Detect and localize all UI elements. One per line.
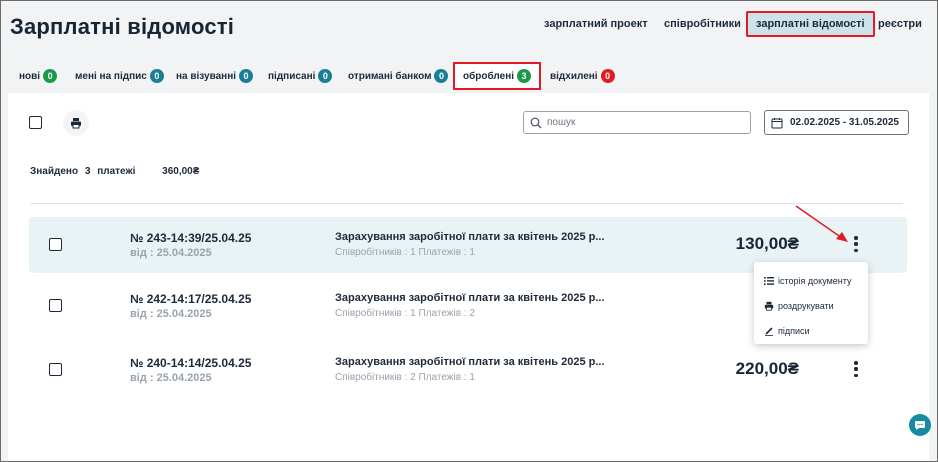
row-actions-menu: історія документу роздрукувати підписи — [754, 262, 868, 344]
search-icon — [530, 117, 542, 128]
annotation-arrow — [795, 205, 848, 242]
tab-to-sign[interactable]: мені на підпис 0 — [75, 62, 164, 90]
tab-signed[interactable]: підписані 0 — [268, 62, 333, 90]
document-date: від : 25.04.2025 — [130, 308, 212, 320]
calendar-icon — [771, 117, 783, 128]
menu-item-signatures[interactable]: підписи — [754, 318, 868, 343]
nav-salary-statements[interactable]: зарплатні відомості — [746, 11, 875, 37]
document-description: Зарахування заробітної плати за квітень … — [335, 292, 605, 304]
document-amount: 220,00₴ — [735, 359, 799, 378]
select-all-checkbox[interactable] — [29, 116, 42, 129]
count-badge: 0 — [239, 69, 254, 83]
document-number: № 243-14:39/25.04.25 — [130, 231, 252, 245]
table-row[interactable]: № 240-14:14/25.04.25 від : 25.04.2025 За… — [29, 342, 907, 398]
kebab-dot — [854, 361, 858, 365]
kebab-dot — [854, 242, 858, 246]
tab-label: відхилені — [550, 70, 598, 82]
nav-registries[interactable]: реєстри — [878, 11, 922, 37]
count-badge: 0 — [318, 69, 333, 83]
pen-icon — [765, 326, 773, 336]
tab-label: мені на підпис — [75, 70, 147, 82]
date-range-value: 02.02.2025 - 31.05.2025 — [790, 117, 899, 128]
document-meta: Співробітників : 1 Платежів : 2 — [335, 308, 475, 319]
document-meta: Співробітників : 1 Платежів : 1 — [335, 247, 475, 258]
count-badge: 0 — [600, 69, 615, 83]
count-badge: 0 — [434, 69, 449, 83]
tab-label: на візуванні — [176, 70, 237, 82]
status-tabs: нові 0 мені на підпис 0 на візуванні 0 п… — [0, 62, 938, 90]
list-icon — [764, 276, 774, 285]
top-navigation: зарплатний проект співробітники зарплатн… — [0, 11, 938, 37]
menu-item-label: роздрукувати — [778, 300, 834, 311]
found-count: 3 — [84, 166, 91, 177]
found-label: Знайдено — [30, 166, 79, 177]
tab-label: підписані — [268, 70, 316, 82]
nav-employees[interactable]: співробітники — [664, 11, 741, 37]
count-badge: 3 — [517, 69, 532, 83]
nav-salary-project[interactable]: зарплатний проект — [544, 11, 648, 37]
menu-item-print[interactable]: роздрукувати — [754, 293, 868, 318]
chat-icon — [915, 421, 925, 430]
printer-icon — [764, 301, 774, 311]
tab-label: отримані банком — [348, 70, 432, 82]
search-summary: Знайдено 3 платежі 360,00₴ — [30, 166, 203, 177]
tab-processed[interactable]: оброблені 3 — [453, 62, 542, 90]
menu-item-label: підписи — [778, 325, 810, 336]
document-date: від : 25.04.2025 — [130, 372, 212, 384]
tab-new[interactable]: нові 0 — [19, 62, 58, 90]
tab-label: нові — [19, 70, 41, 82]
tab-in-approval[interactable]: на візуванні 0 — [176, 62, 254, 90]
date-range-picker[interactable]: 02.02.2025 - 31.05.2025 — [764, 110, 909, 135]
document-number: № 240-14:14/25.04.25 — [130, 356, 252, 370]
row-checkbox[interactable] — [49, 238, 62, 251]
search-input[interactable] — [547, 117, 737, 128]
divider — [30, 203, 903, 204]
print-button[interactable] — [63, 110, 89, 136]
document-meta: Співробітників : 2 Платежів : 1 — [335, 372, 475, 383]
row-checkbox[interactable] — [49, 299, 62, 312]
count-badge: 0 — [149, 69, 164, 83]
kebab-dot — [854, 367, 858, 371]
count-badge: 0 — [43, 69, 58, 83]
kebab-dot — [854, 236, 858, 240]
document-description: Зарахування заробітної плати за квітень … — [335, 231, 605, 243]
search-box[interactable] — [523, 111, 751, 134]
found-unit: платежі — [97, 166, 136, 177]
document-number: № 242-14:17/25.04.25 — [130, 292, 252, 306]
menu-item-document-history[interactable]: історія документу — [754, 268, 868, 293]
document-description: Зарахування заробітної плати за квітень … — [335, 356, 605, 368]
chat-button[interactable] — [909, 414, 931, 436]
tab-received-by-bank[interactable]: отримані банком 0 — [348, 62, 449, 90]
tab-rejected[interactable]: відхилені 0 — [550, 62, 615, 90]
row-checkbox[interactable] — [49, 363, 62, 376]
kebab-dot — [854, 373, 858, 377]
kebab-dot — [854, 248, 858, 252]
printer-icon — [71, 118, 81, 129]
tab-label: оброблені — [463, 70, 515, 82]
document-date: від : 25.04.2025 — [130, 247, 212, 259]
row-actions-button[interactable] — [849, 358, 863, 380]
found-total: 360,00₴ — [162, 166, 200, 177]
menu-item-label: історія документу — [778, 275, 852, 286]
